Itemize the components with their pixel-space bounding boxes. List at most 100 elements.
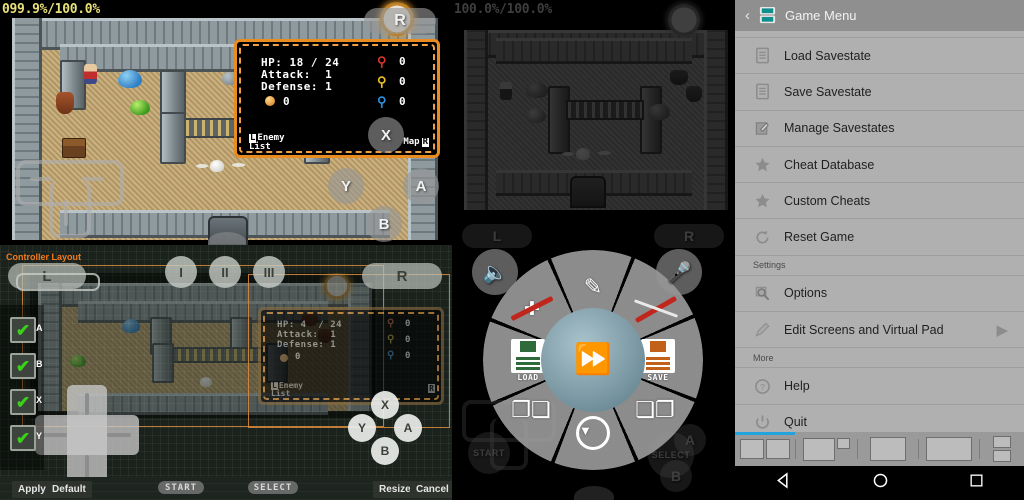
- virtual-pad-editor-panel: HP: 4 / 24 Attack: 1 Defense: 1 0 ⚲ 0 ⚲ …: [0, 245, 452, 500]
- preview-blue-key-icon: ⚲: [387, 350, 395, 361]
- magnifier-icon: [753, 284, 771, 302]
- pad-expand-handle[interactable]: [208, 232, 246, 245]
- layout-option-main-with-inset[interactable]: [796, 432, 856, 466]
- editor-button-1[interactable]: I: [165, 256, 197, 288]
- menu-section-settings: Settings: [735, 256, 1024, 276]
- chevron-down-circle-icon[interactable]: ▼: [575, 416, 611, 450]
- preview-blue-key-count: 0: [405, 351, 411, 361]
- dpad[interactable]: [16, 160, 124, 242]
- face-button-y[interactable]: Y: [328, 168, 364, 204]
- close-x-icon[interactable]: [633, 292, 679, 326]
- menu-item-edit-screens-and-virtual-pad[interactable]: Edit Screens and Virtual Pad ▶: [735, 312, 1024, 349]
- editor-face-button-a[interactable]: A: [394, 414, 422, 442]
- map-hint: Map R: [403, 137, 429, 147]
- menu-item-label: Save Savestate: [784, 84, 872, 99]
- cheats-disabled-icon[interactable]: ✚: [509, 292, 555, 326]
- screen-layout-selector[interactable]: [735, 432, 1024, 466]
- editor-button-2[interactable]: II: [209, 256, 241, 288]
- menu-item-label: Help: [784, 379, 810, 394]
- checkbox-a[interactable]: ✔: [10, 317, 36, 343]
- layout-option-single-wide[interactable]: [919, 432, 979, 466]
- layout-option-side-by-side[interactable]: [735, 432, 796, 466]
- fast-forward-icon: ⏩: [574, 343, 612, 376]
- checkbox-x-label: X: [36, 395, 43, 405]
- stat-coins: 0: [283, 95, 291, 108]
- star-icon: [753, 156, 771, 174]
- menu-item-label: Custom Cheats: [784, 193, 871, 208]
- fast-forward-button[interactable]: ⏩: [541, 308, 645, 412]
- select-button[interactable]: SELECT: [248, 481, 298, 494]
- coin-icon: [265, 96, 275, 106]
- editor-shoulder-r[interactable]: R: [362, 263, 442, 289]
- preview-map-hint: R: [428, 384, 435, 393]
- menu-item-manage-savestates[interactable]: Manage Savestates: [735, 111, 1024, 147]
- star-icon: [753, 192, 771, 210]
- red-key-count: 0: [399, 55, 407, 68]
- game-menu-header: ‹ Game Menu: [735, 0, 1024, 31]
- shoulder-button-r[interactable]: R: [364, 8, 436, 34]
- preview-hint-key-r: R: [428, 384, 435, 393]
- menu-item-label: Load Savestate: [784, 48, 871, 63]
- editor-face-button-y[interactable]: Y: [348, 414, 376, 442]
- face-button-a[interactable]: A: [403, 168, 439, 204]
- preview-red-key-icon: ⚲: [387, 318, 395, 329]
- home-circle-icon[interactable]: [872, 472, 889, 494]
- editor-face-button-x[interactable]: X: [371, 391, 399, 419]
- menu-item-load-savestate[interactable]: Load Savestate: [735, 38, 1024, 75]
- editor-pad-outline[interactable]: [16, 273, 100, 291]
- checkbox-b-label: B: [36, 359, 43, 369]
- microphone-icon[interactable]: 🎤: [656, 249, 702, 295]
- recents-square-icon[interactable]: [969, 473, 984, 493]
- load-caption: LOAD: [517, 372, 539, 382]
- speaker-muted-icon[interactable]: 🔈: [472, 249, 518, 295]
- checkbox-y[interactable]: ✔: [10, 425, 36, 451]
- refresh-icon: [753, 228, 771, 246]
- back-chevron-icon[interactable]: ‹: [745, 7, 750, 24]
- menu-item-label: Cheat Database: [784, 157, 875, 172]
- checkbox-x[interactable]: ✔: [10, 389, 36, 415]
- edit-document-icon: [753, 119, 771, 137]
- emulator-radial-menu-panel: 100.0%/100.0% L R A B START SELECT ✎: [452, 0, 735, 500]
- back-triangle-icon[interactable]: [775, 472, 792, 494]
- save-caption: SAVE: [647, 372, 669, 382]
- screenshot-root: 099.9%/100.0% HP: 18 / 24 Attack: 1 Defe…: [0, 0, 1024, 500]
- face-button-x[interactable]: X: [368, 117, 404, 153]
- preview-stat-hp: HP: 4 / 24: [277, 320, 343, 330]
- menu-item-help[interactable]: ? Help: [735, 368, 1024, 405]
- emulator-gameplay-top-panel: 099.9%/100.0% HP: 18 / 24 Attack: 1 Defe…: [0, 0, 452, 245]
- editor-title: Controller Layout: [6, 252, 82, 262]
- menu-item-cheat-database[interactable]: Cheat Database: [735, 147, 1024, 184]
- menu-item-reset-game[interactable]: Reset Game: [735, 219, 1024, 256]
- face-button-b[interactable]: B: [366, 206, 402, 242]
- menu-item-label: Options: [784, 286, 828, 301]
- checkbox-y-label: Y: [36, 431, 43, 441]
- shrink-icon[interactable]: ❐❏: [509, 392, 553, 428]
- checkbox-b[interactable]: ✔: [10, 353, 36, 379]
- layout-option-stacked[interactable]: [980, 432, 1024, 466]
- editor-face-button-b[interactable]: B: [371, 437, 399, 465]
- question-circle-icon: ?: [753, 377, 771, 395]
- swap-screens-icon[interactable]: ❏❐: [633, 392, 677, 428]
- start-button[interactable]: START: [158, 481, 204, 494]
- menu-item-save-savestate[interactable]: Save Savestate: [735, 74, 1024, 111]
- menu-item-custom-cheats[interactable]: Custom Cheats: [735, 183, 1024, 220]
- chevron-right-icon: ▶: [996, 321, 1008, 339]
- layout-option-single-top[interactable]: [858, 432, 918, 466]
- svg-text:?: ?: [760, 381, 765, 391]
- default-button[interactable]: Default: [46, 481, 92, 498]
- menu-item-options[interactable]: Options: [735, 276, 1024, 313]
- savestate-document-icon: [753, 47, 771, 65]
- blue-key-icon: ⚲: [377, 94, 387, 109]
- preview-stat-attack: Attack: 1: [277, 330, 337, 340]
- game-menu-panel: ‹ Game Menu Load Savestate Save Savestat…: [735, 0, 1024, 500]
- editor-button-3[interactable]: III: [253, 256, 285, 288]
- preview-stat-defense: Defense: 1: [277, 340, 337, 350]
- menu-item-label: Manage Savestates: [784, 121, 895, 136]
- game-menu-list: Load Savestate Save Savestate Manage Sav…: [735, 31, 1024, 441]
- android-navigation-bar: [735, 466, 1024, 500]
- cancel-button[interactable]: Cancel: [410, 481, 452, 498]
- enemy-list-hint: L Enemy List: [249, 133, 285, 152]
- menu-item-label: Quit: [784, 415, 807, 430]
- check-glyph: ✔: [15, 320, 31, 340]
- stylus-icon[interactable]: ✎: [575, 272, 611, 302]
